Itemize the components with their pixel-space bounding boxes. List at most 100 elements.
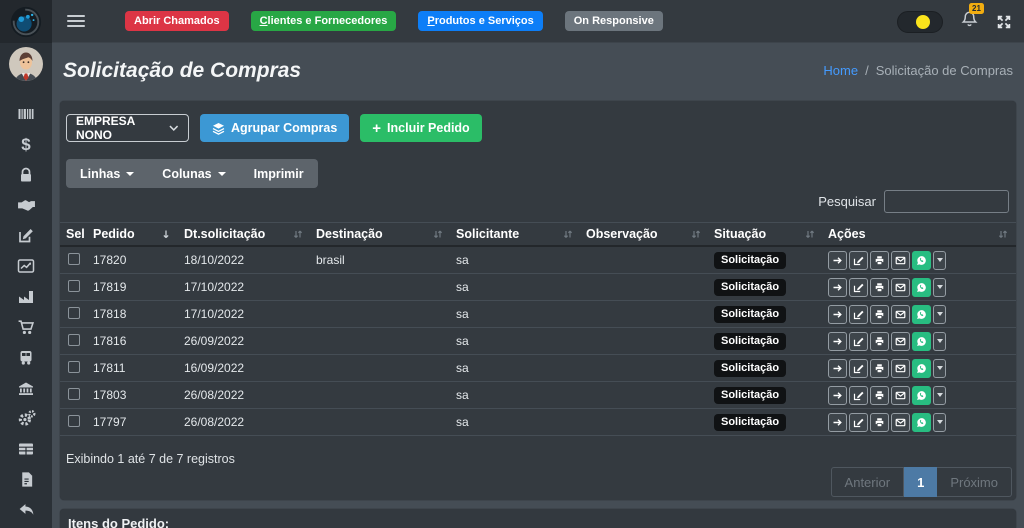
print-order-button[interactable] <box>870 305 889 324</box>
row-checkbox[interactable] <box>68 334 80 346</box>
globe-logo-icon <box>9 5 43 39</box>
whatsapp-order-button[interactable] <box>912 413 931 432</box>
print-order-button[interactable] <box>870 359 889 378</box>
open-order-button[interactable] <box>828 359 847 378</box>
print-order-button[interactable] <box>870 386 889 405</box>
more-actions-button[interactable] <box>933 305 946 324</box>
email-order-button[interactable] <box>891 251 910 270</box>
row-checkbox[interactable] <box>68 307 80 319</box>
edit-order-button[interactable] <box>849 305 868 324</box>
print-order-button[interactable] <box>870 332 889 351</box>
table-icon[interactable] <box>16 439 37 460</box>
print-order-button[interactable] <box>870 251 889 270</box>
column-header-solicitante[interactable]: Solicitante <box>456 223 586 245</box>
more-actions-button[interactable] <box>933 359 946 378</box>
open-order-button[interactable] <box>828 386 847 405</box>
email-order-button[interactable] <box>891 278 910 297</box>
status-badge: Solicitação <box>714 306 786 323</box>
column-header-dt-solicitacao[interactable]: Dt.solicitação <box>184 223 316 245</box>
cart-icon[interactable] <box>16 317 37 338</box>
more-actions-button[interactable] <box>933 413 946 432</box>
nav-button-on-responsive[interactable]: On Responsive <box>565 11 663 31</box>
edit-order-button[interactable] <box>849 413 868 432</box>
undo-icon[interactable] <box>16 500 37 521</box>
whatsapp-order-button[interactable] <box>912 278 931 297</box>
print-order-button[interactable] <box>870 413 889 432</box>
rows-dropdown-button[interactable]: Linhas <box>66 159 148 188</box>
menu-toggle-icon[interactable] <box>67 15 85 27</box>
whatsapp-order-button[interactable] <box>912 305 931 324</box>
notifications-button[interactable]: 21 <box>960 10 979 34</box>
add-order-button[interactable]: + Incluir Pedido <box>360 114 481 142</box>
whatsapp-order-button[interactable] <box>912 251 931 270</box>
email-order-button[interactable] <box>891 305 910 324</box>
row-checkbox[interactable] <box>68 280 80 292</box>
cell-acoes <box>828 413 1016 432</box>
search-input[interactable] <box>884 190 1009 213</box>
envelope-icon <box>895 363 906 374</box>
email-order-button[interactable] <box>891 386 910 405</box>
email-order-button[interactable] <box>891 359 910 378</box>
more-actions-button[interactable] <box>933 251 946 270</box>
print-order-button[interactable] <box>870 278 889 297</box>
open-order-button[interactable] <box>828 413 847 432</box>
sort-icon <box>433 229 443 240</box>
edit-order-button[interactable] <box>849 251 868 270</box>
pagination-previous-button[interactable]: Anterior <box>831 467 905 497</box>
nav-button-produtos-e-servi-os[interactable]: Produtos e Serviços <box>418 11 542 31</box>
barcode-icon[interactable] <box>16 103 37 124</box>
row-checkbox[interactable] <box>68 415 80 427</box>
printer-icon <box>874 282 885 293</box>
nav-button-clientes-e-fornecedores[interactable]: Clientes e Fornecedores <box>251 11 397 31</box>
print-button[interactable]: Imprimir <box>240 159 318 188</box>
dollar-icon[interactable]: $ <box>16 134 37 155</box>
company-select[interactable]: EMPRESA NONO <box>66 114 189 142</box>
column-header-situacao[interactable]: Situação <box>714 223 828 245</box>
user-avatar[interactable] <box>9 47 43 81</box>
whatsapp-order-button[interactable] <box>912 332 931 351</box>
sidebar: $ <box>0 0 52 528</box>
chart-line-icon[interactable] <box>16 256 37 277</box>
edit-order-button[interactable] <box>849 359 868 378</box>
more-actions-button[interactable] <box>933 386 946 405</box>
open-order-button[interactable] <box>828 305 847 324</box>
handshake-icon[interactable] <box>16 195 37 216</box>
app-logo[interactable] <box>0 0 52 43</box>
lock-icon[interactable] <box>16 164 37 185</box>
whatsapp-order-button[interactable] <box>912 359 931 378</box>
edit-order-button[interactable] <box>849 278 868 297</box>
more-actions-button[interactable] <box>933 278 946 297</box>
column-header-destinacao[interactable]: Destinação <box>316 223 456 245</box>
edit-order-button[interactable] <box>849 386 868 405</box>
edit-order-button[interactable] <box>849 332 868 351</box>
fullscreen-button[interactable] <box>996 14 1012 30</box>
file-invoice-icon[interactable] <box>16 469 37 490</box>
column-header-pedido[interactable]: Pedido <box>93 223 184 245</box>
columns-dropdown-button[interactable]: Colunas <box>148 159 239 188</box>
group-purchases-button[interactable]: Agrupar Compras <box>200 114 349 142</box>
open-order-button[interactable] <box>828 278 847 297</box>
nav-button-abrir-chamados[interactable]: Abrir Chamados <box>125 11 229 31</box>
breadcrumb-home-link[interactable]: Home <box>823 63 858 78</box>
arrow-right-icon <box>832 309 843 320</box>
bus-icon[interactable] <box>16 347 37 368</box>
whatsapp-order-button[interactable] <box>912 386 931 405</box>
cell-situacao: Solicitação <box>714 414 828 431</box>
email-order-button[interactable] <box>891 413 910 432</box>
row-checkbox[interactable] <box>68 253 80 265</box>
theme-toggle-switch[interactable] <box>897 11 943 33</box>
pagination-next-button[interactable]: Próximo <box>937 467 1012 497</box>
bank-icon[interactable] <box>16 378 37 399</box>
email-order-button[interactable] <box>891 332 910 351</box>
pagination-page-1-button[interactable]: 1 <box>904 467 937 497</box>
more-actions-button[interactable] <box>933 332 946 351</box>
open-order-button[interactable] <box>828 332 847 351</box>
edit-icon[interactable] <box>16 225 37 246</box>
column-header-acoes[interactable]: Ações <box>828 223 1016 245</box>
industry-icon[interactable] <box>16 286 37 307</box>
cogs-icon[interactable] <box>16 408 37 429</box>
row-checkbox[interactable] <box>68 361 80 373</box>
open-order-button[interactable] <box>828 251 847 270</box>
row-checkbox[interactable] <box>68 388 80 400</box>
column-header-observacao[interactable]: Observação <box>586 223 714 245</box>
